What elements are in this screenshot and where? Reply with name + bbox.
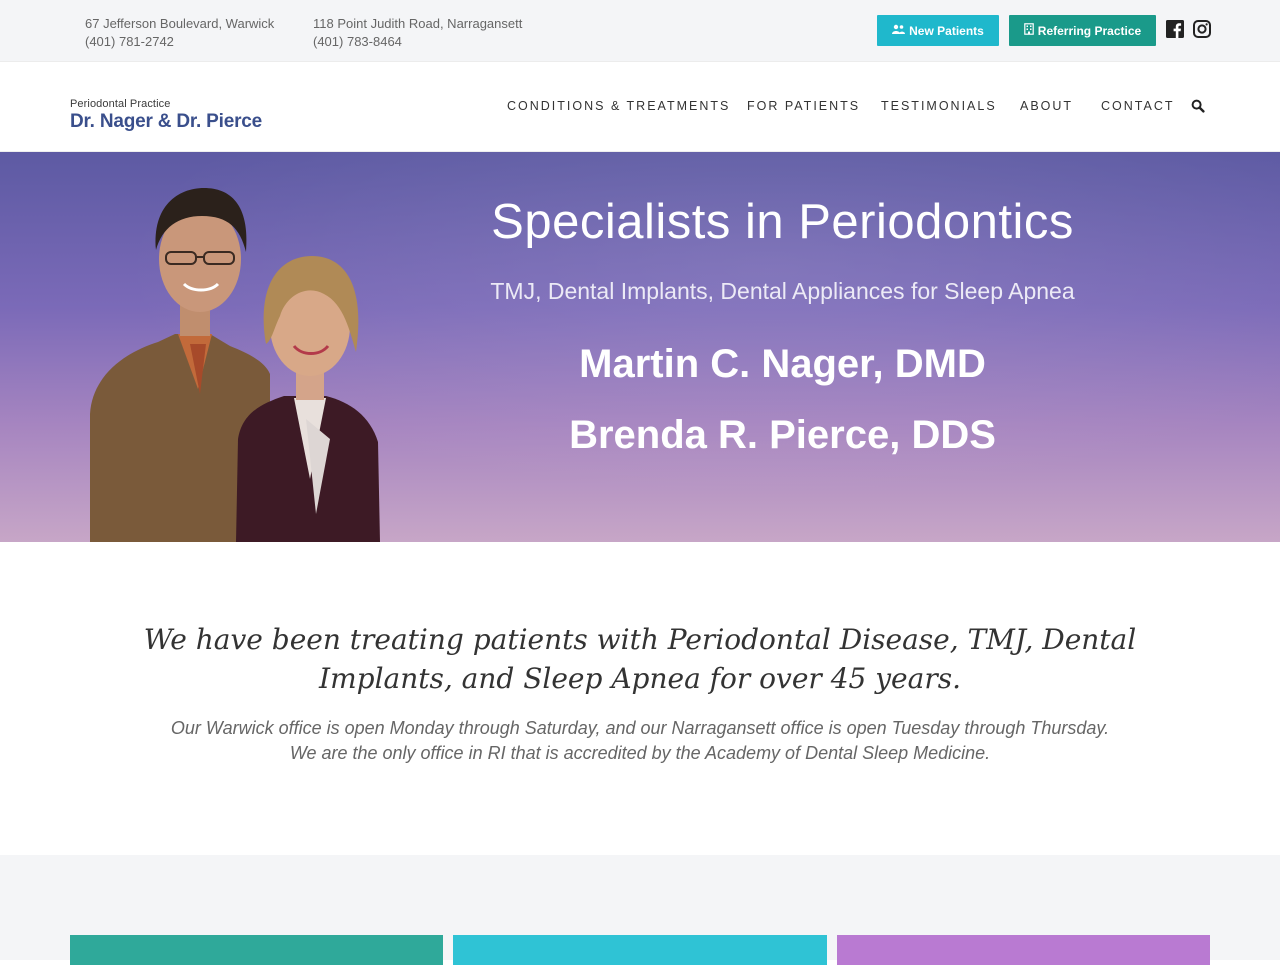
site-logo[interactable]: Periodontal Practice Dr. Nager & Dr. Pie… [70, 98, 262, 134]
hero-subtitle: TMJ, Dental Implants, Dental Appliances … [490, 278, 1075, 304]
new-patients-button[interactable]: New Patients [877, 15, 999, 46]
referring-practice-label: Referring Practice [1037, 23, 1142, 38]
accreditation-text: We are the only office in RI that is acc… [289, 743, 991, 763]
nav-testimonials[interactable]: TESTIMONIALS [881, 99, 997, 113]
new-patients-label: New Patients [909, 23, 984, 38]
referring-practice-button[interactable]: Referring Practice [1009, 15, 1156, 46]
feature-cards-section [0, 855, 1280, 965]
nav-for-patients[interactable]: FOR PATIENTS [747, 99, 860, 113]
site-header: Periodontal Practice Dr. Nager & Dr. Pie… [0, 62, 1280, 152]
narragansett-address: 118 Point Judith Road, Narragansett (401… [313, 15, 522, 51]
nav-about[interactable]: ABOUT [1020, 99, 1073, 113]
doctor-name-2: Brenda R. Pierce, DDS [569, 413, 996, 457]
warwick-address: 67 Jefferson Boulevard, Warwick (401) 78… [85, 15, 274, 51]
narragansett-street: 118 Point Judith Road, Narragansett [313, 16, 523, 31]
instagram-icon[interactable] [1193, 20, 1211, 38]
intro-headline: We have been treating patients with Peri… [143, 623, 1137, 695]
users-icon [892, 24, 906, 37]
feature-card-2[interactable] [453, 935, 827, 965]
hero-banner: Specialists in Periodontics TMJ, Dental … [0, 152, 1280, 542]
nav-conditions-treatments[interactable]: CONDITIONS & TREATMENTS [507, 99, 730, 113]
search-icon[interactable] [1191, 99, 1205, 113]
facebook-icon[interactable] [1166, 20, 1184, 38]
feature-card-1[interactable] [70, 935, 443, 965]
logo-title: Dr. Nager & Dr. Pierce [70, 111, 263, 132]
nav-contact[interactable]: CONTACT [1101, 99, 1175, 113]
intro-section: We have been treating patients with Peri… [0, 542, 1280, 855]
office-hours-text: Our Warwick office is open Monday throug… [170, 718, 1110, 738]
building-icon [1023, 23, 1034, 38]
doctors-photo [90, 188, 380, 542]
warwick-street: 67 Jefferson Boulevard, Warwick [85, 16, 275, 31]
feature-card-3[interactable] [837, 935, 1210, 965]
warwick-phone[interactable]: (401) 781-2742 [85, 33, 274, 51]
hero-title: Specialists in Periodontics [491, 195, 1074, 249]
logo-tagline: Periodontal Practice [70, 98, 171, 110]
narragansett-phone[interactable]: (401) 783-8464 [313, 33, 522, 51]
top-bar: 67 Jefferson Boulevard, Warwick (401) 78… [0, 0, 1280, 62]
doctor-name-1: Martin C. Nager, DMD [579, 342, 986, 386]
